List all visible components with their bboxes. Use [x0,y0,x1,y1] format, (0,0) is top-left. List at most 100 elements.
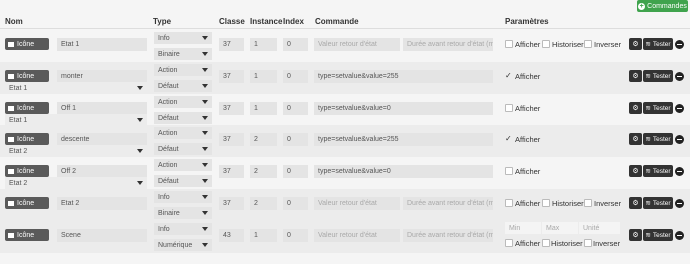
max-input[interactable]: Max [542,222,578,234]
tester-button[interactable]: ≋ Tester [643,133,673,145]
linked-info-select[interactable]: Etat 2 [5,177,147,189]
subtype-select[interactable]: Défaut [154,80,212,92]
duree-retour-input[interactable]: Durée avant retour d'état (min) [403,197,493,210]
gear-icon[interactable]: ⚙ [629,38,642,50]
check-icon[interactable]: ✓ [505,134,512,143]
afficher-checkbox[interactable] [505,239,513,247]
afficher-checkbox[interactable] [505,40,513,48]
index-input[interactable]: 0 [283,133,308,146]
icone-button[interactable]: Icône [5,197,49,209]
classe-input[interactable]: 37 [219,70,244,83]
valeur-retour-input[interactable]: Valeur retour d'état [314,38,400,51]
commande-input[interactable]: type=setvalue&value=255 [314,70,493,83]
index-input[interactable]: 0 [283,229,308,242]
instance-input[interactable]: 2 [250,133,277,146]
commande-input[interactable]: type=setvalue&value=255 [314,133,493,146]
valeur-retour-input[interactable]: Valeur retour d'état [314,229,400,242]
chevron-down-icon [202,227,208,231]
classe-input[interactable]: 37 [219,38,244,51]
remove-icon[interactable] [675,40,684,49]
add-command-button[interactable]: + Commandes [637,0,688,12]
afficher-checkbox[interactable] [505,167,513,175]
type-select[interactable]: Info [154,223,212,235]
rss-icon: ≋ [645,168,651,175]
linked-info-select[interactable]: Etat 1 [5,82,147,94]
type-select[interactable]: Action [154,127,212,139]
tester-button[interactable]: ≋ Tester [643,165,673,177]
index-input[interactable]: 0 [283,197,308,210]
type-select[interactable]: Info [154,191,212,203]
type-select[interactable]: Action [154,96,212,108]
icone-button[interactable]: Icône [5,133,49,145]
historiser-checkbox[interactable] [542,239,550,247]
linked-info-select[interactable]: Etat 2 [5,145,147,157]
inverser-checkbox[interactable] [584,199,592,207]
subtype-select[interactable]: Défaut [154,112,212,124]
command-name-input[interactable]: Scene [57,229,147,242]
duree-retour-input[interactable]: Durée avant retour d'état (min) [403,38,493,51]
gear-icon[interactable]: ⚙ [629,133,642,145]
tester-button[interactable]: ≋ Tester [643,197,673,209]
subtype-select[interactable]: Binaire [154,207,212,219]
command-name-input[interactable]: Etat 1 [57,38,147,51]
afficher-checkbox[interactable] [505,199,513,207]
subtype-select[interactable]: Défaut [154,143,212,155]
gear-icon[interactable]: ⚙ [629,165,642,177]
classe-input[interactable]: 37 [219,165,244,178]
instance-input[interactable]: 2 [250,165,277,178]
subtype-select[interactable]: Numérique [154,239,212,251]
instance-input[interactable]: 1 [250,38,277,51]
inverser-checkbox[interactable] [584,239,592,247]
icone-button[interactable]: Icône [5,102,49,114]
commande-input[interactable]: type=setvalue&value=0 [314,102,493,115]
instance-input[interactable]: 1 [250,229,277,242]
subtype-select[interactable]: Défaut [154,175,212,187]
remove-icon[interactable] [675,199,684,208]
remove-icon[interactable] [675,104,684,113]
tester-button[interactable]: ≋ Tester [643,38,673,50]
check-icon[interactable]: ✓ [505,71,512,80]
command-name-input[interactable]: Etat 2 [57,197,147,210]
afficher-checkbox[interactable] [505,104,513,112]
gear-icon[interactable]: ⚙ [629,197,642,209]
gear-icon[interactable]: ⚙ [629,102,642,114]
instance-input[interactable]: 1 [250,102,277,115]
icone-button[interactable]: Icône [5,70,49,82]
type-select[interactable]: Action [154,64,212,76]
tester-label: Tester [652,167,671,175]
commande-input[interactable]: type=setvalue&value=0 [314,165,493,178]
remove-icon[interactable] [675,135,684,144]
index-input[interactable]: 0 [283,38,308,51]
classe-input[interactable]: 37 [219,133,244,146]
valeur-retour-input[interactable]: Valeur retour d'état [314,197,400,210]
remove-icon[interactable] [675,231,684,240]
classe-input[interactable]: 37 [219,102,244,115]
historiser-checkbox[interactable] [542,199,550,207]
min-input[interactable]: Min [505,222,541,234]
tester-button[interactable]: ≋ Tester [643,102,673,114]
type-select[interactable]: Info [154,32,212,44]
historiser-checkbox[interactable] [542,40,550,48]
header-parametres: Paramètres [505,17,549,26]
inverser-checkbox[interactable] [584,40,592,48]
gear-icon[interactable]: ⚙ [629,70,642,82]
tester-button[interactable]: ≋ Tester [643,229,673,241]
tester-button[interactable]: ≋ Tester [643,70,673,82]
type-select[interactable]: Action [154,159,212,171]
index-input[interactable]: 0 [283,102,308,115]
index-input[interactable]: 0 [283,70,308,83]
icone-button[interactable]: Icône [5,229,49,241]
instance-input[interactable]: 1 [250,70,277,83]
classe-input[interactable]: 43 [219,229,244,242]
classe-input[interactable]: 37 [219,197,244,210]
icone-button[interactable]: Icône [5,165,49,177]
subtype-select[interactable]: Binaire [154,48,212,60]
gear-icon[interactable]: ⚙ [629,229,642,241]
remove-icon[interactable] [675,167,684,176]
icone-button[interactable]: Icône [5,38,49,50]
remove-icon[interactable] [675,72,684,81]
index-input[interactable]: 0 [283,165,308,178]
duree-retour-input[interactable]: Durée avant retour d'état (min) [403,229,493,242]
unite-input[interactable]: Unité [579,222,620,234]
instance-input[interactable]: 2 [250,197,277,210]
